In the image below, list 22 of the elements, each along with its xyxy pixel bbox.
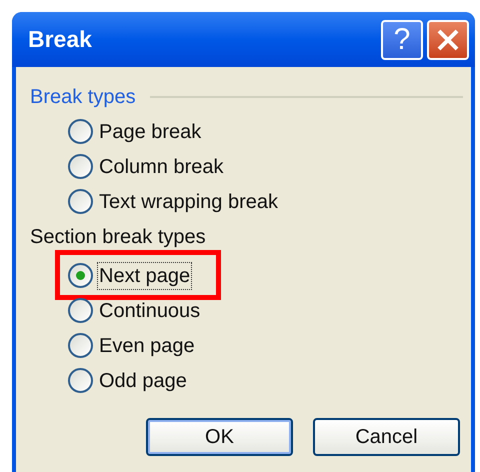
radio-button[interactable]: [68, 263, 93, 288]
radio-button[interactable]: [68, 298, 93, 323]
close-icon: [436, 28, 460, 52]
radio-button[interactable]: [68, 189, 93, 214]
radio-label: Even page: [98, 334, 196, 358]
radio-label: Next page: [98, 262, 192, 288]
group-title: Section break types: [30, 225, 206, 250]
close-button[interactable]: [427, 20, 469, 60]
radio-label: Column break: [98, 154, 225, 180]
radio-button[interactable]: [68, 368, 93, 393]
radio-label: Text wrapping break: [98, 190, 279, 214]
window-title: Break: [28, 25, 93, 54]
radio-button[interactable]: [68, 154, 93, 179]
help-button[interactable]: ?: [381, 20, 423, 60]
radio-label: Continuous: [98, 298, 202, 324]
radio-label: Page break: [98, 120, 202, 144]
radio-label: Odd page: [98, 368, 188, 394]
dialog-button[interactable]: OK: [146, 418, 293, 456]
dialog-button[interactable]: Cancel: [313, 418, 460, 456]
group-title: Break types: [30, 85, 136, 110]
radio-button[interactable]: [68, 119, 93, 144]
radio-button[interactable]: [68, 333, 93, 358]
